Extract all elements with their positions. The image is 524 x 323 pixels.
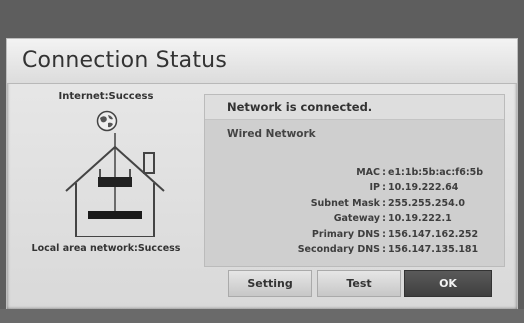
info-value: 156.147.135.181 (388, 243, 479, 255)
lan-status-label: Local area network:Success (31, 243, 181, 254)
info-row-gateway: Gateway : 10.19.222.1 (205, 211, 495, 226)
info-separator: : (382, 228, 386, 240)
network-info-panel: Network is connected. Wired Network MAC … (204, 94, 505, 267)
ok-button[interactable]: OK (404, 270, 492, 297)
info-separator: : (382, 243, 386, 255)
info-label: Subnet Mask (310, 197, 380, 209)
internet-status-label: Internet:Success (58, 91, 154, 102)
info-row-ip: IP : 10.19.222.64 (205, 180, 495, 195)
info-value: 255.255.254.0 (388, 197, 465, 209)
test-button[interactable]: Test (317, 270, 401, 297)
info-row-secondary-dns: Secondary DNS : 156.147.135.181 (205, 242, 495, 257)
info-value: e1:1b:5b:ac:f6:5b (388, 167, 484, 178)
info-row-mac: MAC : e1:1b:5b:ac:f6:5b (205, 165, 495, 180)
connection-status-text: Network is connected. (227, 100, 373, 114)
info-label: IP (369, 182, 381, 194)
info-label: Secondary DNS (297, 243, 380, 255)
info-header: Network is connected. (205, 95, 504, 120)
info-label: Gateway (333, 213, 380, 225)
info-separator: : (382, 197, 386, 209)
bottom-strip (0, 309, 524, 323)
title-bar: Connection Status (7, 39, 517, 84)
info-label: MAC (356, 167, 380, 178)
globe-icon (96, 110, 118, 132)
info-value: 10.19.222.1 (388, 213, 452, 225)
setting-button[interactable]: Setting (228, 270, 312, 297)
dialog-title: Connection Status (22, 48, 227, 73)
network-type-label: Wired Network (227, 128, 316, 140)
house-router-icon (65, 133, 165, 237)
info-separator: : (382, 167, 386, 178)
network-details: MAC : e1:1b:5b:ac:f6:5b IP : 10.19.222.6… (205, 165, 495, 257)
info-value: 10.19.222.64 (388, 182, 459, 194)
connection-diagram: Internet:Success Local area network:Succ… (7, 83, 205, 309)
info-label: Primary DNS (311, 228, 380, 240)
info-separator: : (382, 182, 386, 194)
info-separator: : (382, 213, 386, 225)
info-row-primary-dns: Primary DNS : 156.147.162.252 (205, 227, 495, 242)
info-value: 156.147.162.252 (388, 228, 479, 240)
info-row-subnet-mask: Subnet Mask : 255.255.254.0 (205, 196, 495, 211)
connection-status-dialog: Connection Status Internet:Success Local… (6, 38, 518, 310)
